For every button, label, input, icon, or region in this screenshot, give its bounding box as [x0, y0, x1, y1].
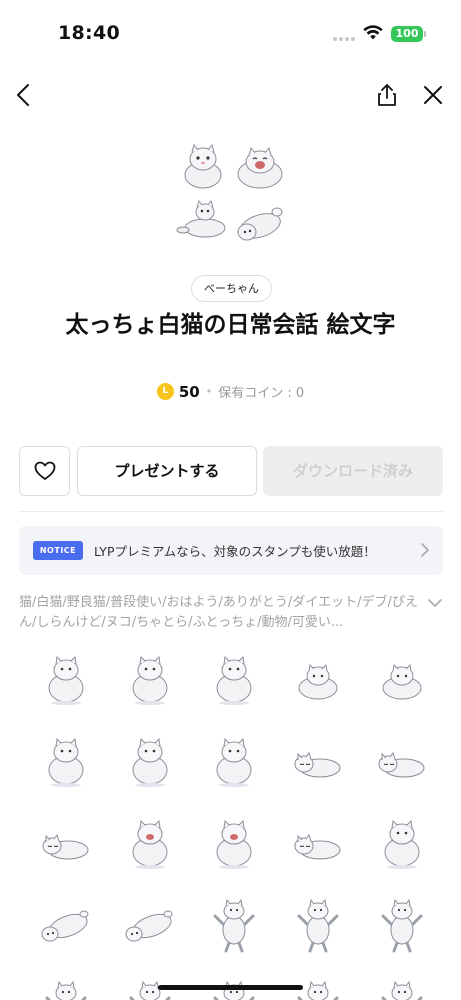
- sticker-item[interactable]: [108, 718, 192, 802]
- sticker-item[interactable]: [108, 636, 192, 720]
- status-time: 18:40: [58, 22, 120, 44]
- sticker-item[interactable]: [24, 964, 108, 1000]
- signal-icon: [333, 37, 355, 41]
- battery-cap: [424, 31, 426, 37]
- notice-banner[interactable]: NOTICE LYPプレミアムなら、対象のスタンプも使い放題！: [19, 526, 443, 575]
- cat-sticker-icon: [297, 898, 339, 953]
- chevron-down-icon[interactable]: [427, 597, 443, 609]
- sticker-item[interactable]: [24, 718, 108, 802]
- notice-badge: NOTICE: [33, 541, 83, 560]
- hero-sticker-3: [176, 200, 226, 238]
- cat-sticker-icon: [45, 980, 87, 1000]
- back-button[interactable]: [8, 80, 38, 110]
- cat-sticker-icon: [42, 833, 89, 860]
- battery-indicator: 100: [391, 26, 423, 42]
- hero-sticker-preview: [175, 140, 290, 250]
- notice-text: LYPプレミアムなら、対象のスタンプも使い放題！: [94, 544, 376, 559]
- cat-sticker-icon: [381, 898, 423, 953]
- author-chip[interactable]: べーちゃん: [191, 275, 272, 302]
- cat-sticker-icon: [294, 833, 341, 860]
- hero-sticker-1: [184, 144, 222, 189]
- sticker-item[interactable]: [360, 800, 444, 884]
- home-indicator: [158, 985, 303, 990]
- sticker-item[interactable]: [276, 964, 360, 1000]
- share-button[interactable]: [372, 80, 402, 110]
- cat-sticker-icon: [216, 819, 252, 869]
- heart-icon: [34, 461, 55, 480]
- coin-icon: L: [156, 383, 174, 400]
- status-bar: 18:40 100: [0, 0, 461, 66]
- price: 50: [178, 382, 200, 401]
- sticker-item[interactable]: [192, 800, 276, 884]
- cat-sticker-icon: [384, 819, 420, 869]
- close-icon: [424, 86, 442, 104]
- cat-sticker-icon: [298, 663, 338, 700]
- sticker-item[interactable]: [108, 800, 192, 884]
- like-button[interactable]: [19, 446, 70, 496]
- chevron-right-icon: [421, 543, 429, 557]
- separator: •: [205, 385, 213, 398]
- hero-sticker-4: [237, 207, 283, 241]
- hero-sticker-2: [237, 146, 283, 189]
- share-icon: [378, 84, 396, 106]
- cat-sticker-icon: [381, 980, 423, 1000]
- close-button[interactable]: [418, 80, 448, 110]
- cat-sticker-icon: [216, 737, 252, 787]
- tag-list: 猫/白猫/野良猫/普段使い/おはよう/ありがとう/ダイエット/デブ/ぴえん/しら…: [19, 595, 418, 630]
- cat-sticker-icon: [216, 655, 252, 705]
- cat-sticker-icon: [382, 663, 422, 700]
- wifi-icon: [363, 25, 383, 40]
- present-button[interactable]: プレゼントする: [77, 446, 257, 496]
- download-button[interactable]: ダウンロード済み: [263, 446, 443, 496]
- sticker-item[interactable]: [24, 800, 108, 884]
- sticker-item[interactable]: [276, 718, 360, 802]
- sticker-item[interactable]: [360, 636, 444, 720]
- sticker-item[interactable]: [24, 636, 108, 720]
- cat-sticker-icon: [132, 737, 168, 787]
- sticker-item[interactable]: [108, 964, 192, 1000]
- sticker-item[interactable]: [192, 636, 276, 720]
- sticker-item[interactable]: [108, 882, 192, 966]
- sticker-item[interactable]: [276, 882, 360, 966]
- product-title: 太っちょ白猫の日常会話 絵文字: [65, 312, 396, 338]
- sticker-item[interactable]: [276, 636, 360, 720]
- sticker-item[interactable]: [192, 718, 276, 802]
- sticker-item[interactable]: [360, 882, 444, 966]
- sticker-item[interactable]: [360, 964, 444, 1000]
- cat-sticker-icon: [378, 751, 425, 778]
- price-row: L 50 • 保有コイン : 0: [0, 382, 461, 401]
- cat-sticker-icon: [132, 655, 168, 705]
- cat-sticker-icon: [48, 655, 84, 705]
- divider: [19, 511, 443, 512]
- sticker-item[interactable]: [192, 882, 276, 966]
- sticker-item[interactable]: [360, 718, 444, 802]
- back-icon: [17, 84, 29, 106]
- cat-sticker-icon: [294, 751, 341, 778]
- owned-coins: 保有コイン : 0: [218, 386, 305, 401]
- cat-sticker-icon: [41, 910, 89, 942]
- cat-sticker-icon: [125, 910, 173, 942]
- sticker-item[interactable]: [192, 964, 276, 1000]
- sticker-item[interactable]: [276, 800, 360, 884]
- sticker-item[interactable]: [24, 882, 108, 966]
- cat-sticker-icon: [213, 898, 255, 953]
- cat-sticker-icon: [48, 737, 84, 787]
- cat-sticker-icon: [132, 819, 168, 869]
